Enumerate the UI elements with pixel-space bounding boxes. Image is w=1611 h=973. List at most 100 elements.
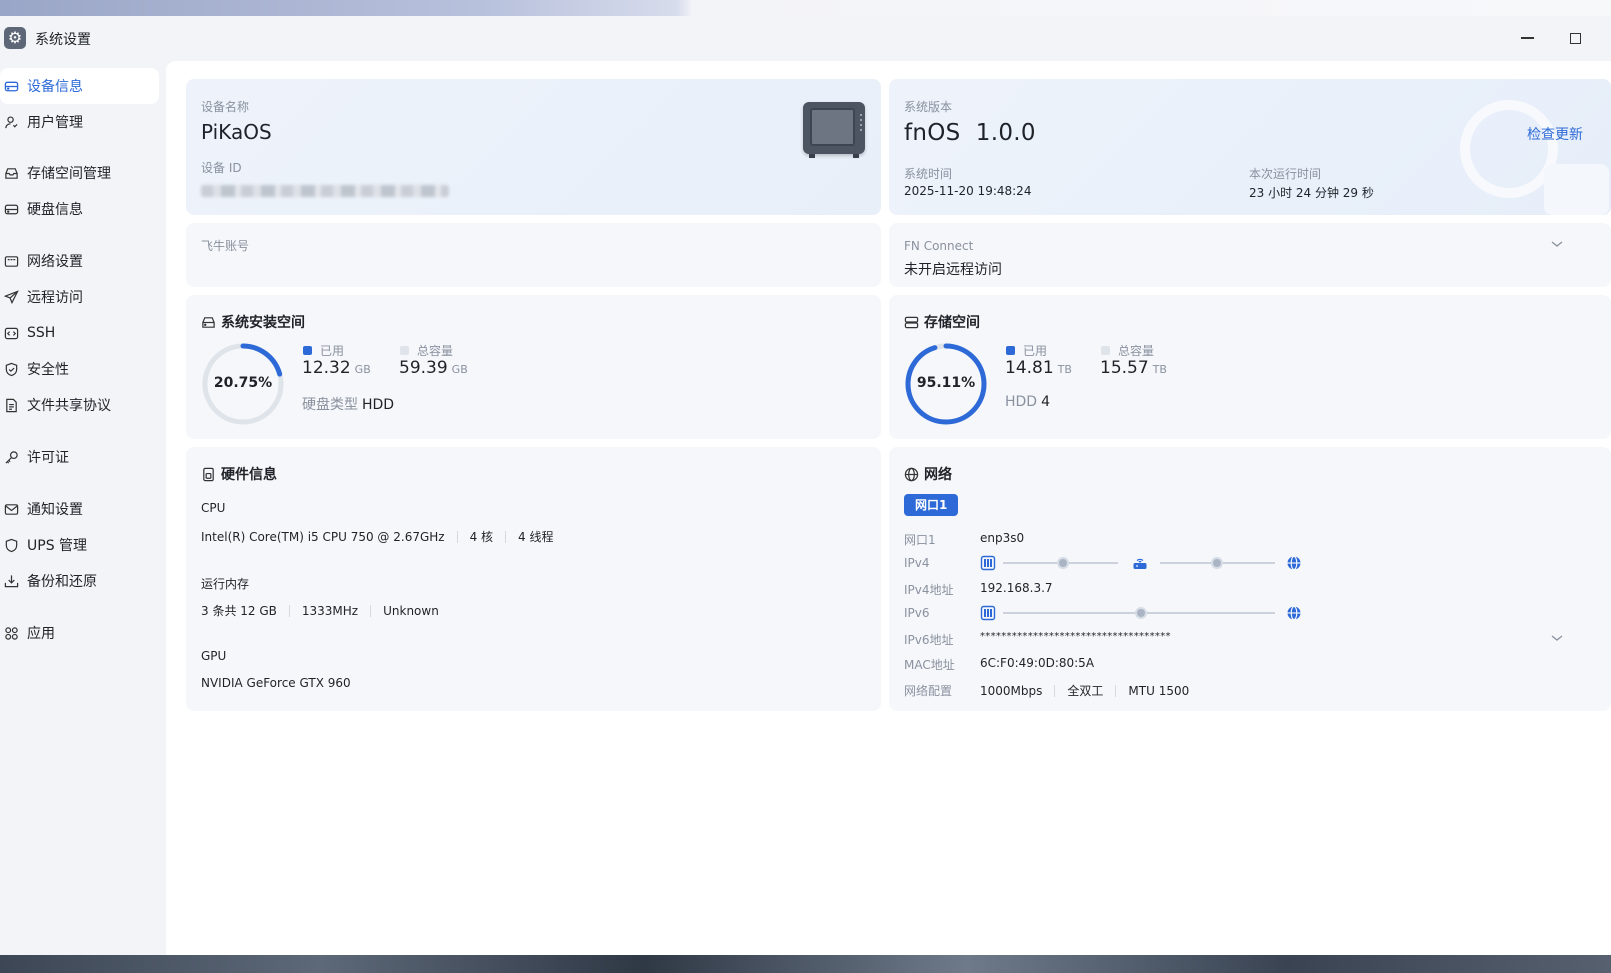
sidebar-item-label: 用户管理 bbox=[27, 115, 83, 131]
sidebar-item-storage[interactable]: 存储空间管理 bbox=[0, 155, 159, 191]
install-total-value: 59.39 GB bbox=[399, 358, 468, 378]
storage-disk-type-label: HDD bbox=[1005, 394, 1038, 410]
nas-device-icon bbox=[803, 102, 865, 158]
install-disk-type: 硬盘类型 HDD bbox=[302, 394, 394, 414]
main-content: 设备名称 PiKaOS 设备 ID 系统版本 fnOS 1.0.0 检查更新 系… bbox=[166, 61, 1611, 955]
storage-disk-count-value: 4 bbox=[1041, 394, 1051, 410]
legend-used-label: 已用 bbox=[320, 344, 345, 358]
storage-used-unit: TB bbox=[1057, 363, 1072, 376]
gear-icon: ⚙ bbox=[4, 27, 26, 49]
sidebar-item-license[interactable]: 许可证 bbox=[0, 439, 159, 475]
sidebar-item-label: 网络设置 bbox=[27, 254, 83, 270]
tab-port-1[interactable]: 网口1 bbox=[904, 494, 959, 516]
sidebar-item-disk[interactable]: 硬盘信息 bbox=[0, 191, 159, 227]
disk-icon bbox=[4, 202, 19, 217]
cpu-info-row: Intel(R) Core(TM) i5 CPU 750 @ 2.67GHz 4… bbox=[201, 528, 554, 545]
install-space-title-text: 系统安装空间 bbox=[221, 315, 305, 331]
cpu-model: Intel(R) Core(TM) i5 CPU 750 @ 2.67GHz bbox=[201, 529, 445, 544]
sidebar-item-ssh[interactable]: SSH bbox=[0, 315, 159, 351]
sidebar-item-users[interactable]: 用户管理 bbox=[0, 104, 159, 140]
storage-used-number: 14.81 bbox=[1005, 358, 1054, 378]
globe-icon bbox=[904, 467, 919, 481]
mac-address: 6C:F0:49:0D:80:5A bbox=[980, 656, 1095, 670]
chevron-down-icon[interactable] bbox=[1550, 631, 1564, 645]
ups-shield-icon bbox=[4, 538, 19, 553]
device-name: PiKaOS bbox=[201, 120, 272, 144]
maximize-button[interactable] bbox=[1563, 26, 1587, 50]
ipv6-link-node bbox=[1135, 607, 1147, 619]
check-update-link[interactable]: 检查更新 bbox=[1527, 124, 1583, 144]
install-disk-type-label: 硬盘类型 bbox=[302, 397, 358, 413]
fn-connect-card[interactable]: FN Connect 未开启远程访问 bbox=[889, 223, 1611, 287]
storage-space-title: 存储空间 bbox=[904, 312, 980, 332]
system-version-label: 系统版本 bbox=[904, 100, 953, 114]
sidebar-item-apps[interactable]: 应用 bbox=[0, 615, 159, 651]
mac-label: MAC地址 bbox=[904, 658, 955, 672]
apps-icon bbox=[4, 626, 19, 641]
storage-disk-count: HDD 4 bbox=[1005, 394, 1050, 410]
memory-label: 运行内存 bbox=[201, 577, 250, 591]
network-icon bbox=[4, 254, 19, 269]
hardware-title-text: 硬件信息 bbox=[221, 467, 277, 483]
sidebar-item-label: 安全性 bbox=[27, 362, 69, 378]
settings-window: ⚙ 系统设置 设备信息 用户管理 存储空间管理 硬盘信息 网络设置 远程访问 S… bbox=[0, 16, 1611, 955]
shield-icon bbox=[4, 362, 19, 377]
nas-port-icon bbox=[980, 555, 996, 571]
internet-globe-icon bbox=[1287, 605, 1301, 621]
storage-total-unit: TB bbox=[1152, 363, 1167, 376]
chevron-down-icon[interactable] bbox=[1550, 237, 1564, 251]
sidebar-item-device-info[interactable]: 设备信息 bbox=[0, 68, 159, 104]
system-card: 系统版本 fnOS 1.0.0 检查更新 系统时间 2025-11-20 19:… bbox=[889, 79, 1611, 215]
sidebar-item-label: 许可证 bbox=[27, 450, 69, 466]
legend-used: 已用 bbox=[303, 342, 344, 359]
uptime: 23 小时 24 分钟 29 秒 bbox=[1249, 186, 1374, 200]
key-icon bbox=[4, 450, 19, 465]
hardware-card: 硬件信息 CPU Intel(R) Core(TM) i5 CPU 750 @ … bbox=[186, 447, 881, 711]
storage-total-value: 15.57 TB bbox=[1100, 358, 1167, 378]
device-id-masked bbox=[201, 185, 449, 197]
sidebar-item-label: 应用 bbox=[27, 626, 55, 642]
sidebar-item-label: UPS 管理 bbox=[27, 538, 88, 554]
sidebar-item-network[interactable]: 网络设置 bbox=[0, 243, 159, 279]
sidebar-item-label: 硬盘信息 bbox=[27, 202, 83, 218]
sidebar-item-file-share[interactable]: 文件共享协议 bbox=[0, 387, 159, 423]
network-title: 网络 bbox=[904, 464, 952, 484]
memory-total: 3 条共 12 GB bbox=[201, 604, 277, 618]
sidebar-item-security[interactable]: 安全性 bbox=[0, 351, 159, 387]
storage-used-value: 14.81 TB bbox=[1005, 358, 1072, 378]
sidebar-item-remote[interactable]: 远程访问 bbox=[0, 279, 159, 315]
fn-account-label: 飞牛账号 bbox=[201, 239, 250, 253]
file-icon bbox=[4, 398, 19, 413]
sidebar-item-notification[interactable]: 通知设置 bbox=[0, 491, 159, 527]
desktop-top-strip bbox=[0, 0, 1611, 16]
ipv6-address-masked: ************************************ bbox=[980, 631, 1171, 642]
ipv6-label: IPv6 bbox=[904, 606, 930, 620]
gpu-info-row: NVIDIA GeForce GTX 960 bbox=[201, 676, 351, 690]
sidebar-item-backup[interactable]: 备份和还原 bbox=[0, 563, 159, 599]
sidebar-item-ups[interactable]: UPS 管理 bbox=[0, 527, 159, 563]
install-disk-type-value: HDD bbox=[362, 397, 395, 413]
ipv4-label: IPv4 bbox=[904, 556, 930, 570]
network-config-label: 网络配置 bbox=[904, 684, 953, 698]
sidebar-item-label: 存储空间管理 bbox=[27, 166, 111, 182]
memory-type: Unknown bbox=[383, 603, 439, 618]
duplex-mode: 全双工 bbox=[1067, 684, 1104, 698]
install-used-value: 12.32 GB bbox=[302, 358, 371, 378]
device-info-icon bbox=[4, 79, 19, 94]
gpu-label: GPU bbox=[201, 649, 227, 663]
minimize-button[interactable] bbox=[1515, 26, 1539, 50]
ssh-icon bbox=[4, 326, 19, 341]
send-icon bbox=[4, 289, 19, 305]
legend-total-label: 总容量 bbox=[417, 344, 454, 358]
install-space-title: 系统安装空间 bbox=[201, 312, 305, 332]
nas-port-icon bbox=[980, 605, 996, 621]
fn-account-card[interactable]: 飞牛账号 bbox=[186, 223, 881, 287]
device-id-label: 设备 ID bbox=[201, 161, 242, 175]
system-time: 2025-11-20 19:48:24 bbox=[904, 184, 1032, 198]
disk-icon bbox=[202, 316, 215, 328]
router-icon bbox=[1133, 558, 1147, 569]
memory-info-row: 3 条共 12 GB 1333MHz Unknown bbox=[201, 602, 439, 619]
ipv4-address: 192.168.3.7 bbox=[980, 581, 1053, 595]
storage-space-card: 存储空间 95.11% 已用 总容量 14.81 TB 15.57 TB HDD 4 bbox=[889, 295, 1611, 439]
memory-speed: 1333MHz bbox=[301, 603, 359, 618]
